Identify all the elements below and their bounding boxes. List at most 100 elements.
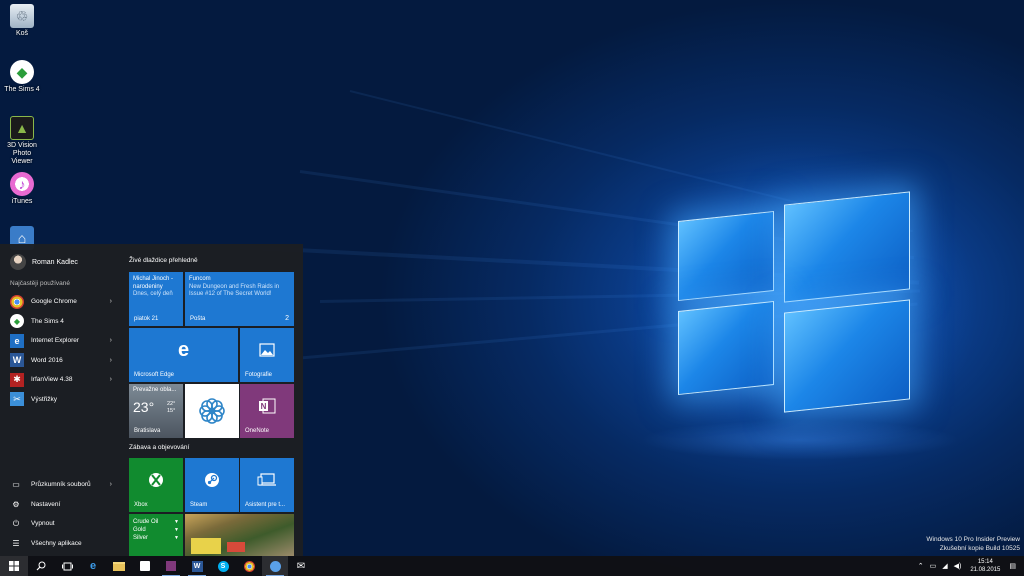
taskbar-file-explorer[interactable] xyxy=(106,556,132,576)
user-account[interactable]: Roman Kadlec xyxy=(10,254,78,270)
taskbar-app-active[interactable] xyxy=(262,556,288,576)
edge-icon: e xyxy=(177,338,190,361)
settings-button[interactable]: ⚙ Nastavení xyxy=(10,495,118,515)
desktop-icon-label: iTunes xyxy=(11,198,33,205)
app-item-sims[interactable]: ◆ The Sims 4 xyxy=(10,312,118,332)
chevron-right-icon[interactable]: › xyxy=(110,298,112,305)
calendar-event: Michal Jinoch - narodeniny Dnes, celý de… xyxy=(133,276,173,299)
weather-city: Bratislava xyxy=(134,428,161,434)
calendar-line-3: Dnes, celý deň xyxy=(133,291,173,297)
action-center-icon[interactable]: ▤ xyxy=(1009,562,1016,570)
tile-onenote[interactable]: N OneNote xyxy=(240,384,294,438)
calendar-line-2: narodeniny xyxy=(133,283,163,290)
taskbar: e W S ✉ ⌃ ▭ ◢ ◀) 15:14 21.08.2015 ▤ xyxy=(0,556,1024,576)
desktop-icon-3d-vision[interactable]: ▲ 3D Vision Photo Viewer xyxy=(2,116,42,166)
chevron-right-icon[interactable]: › xyxy=(110,481,112,488)
folder-icon xyxy=(113,561,125,571)
svg-text:N: N xyxy=(261,402,267,411)
tile-edge[interactable]: e Microsoft Edge xyxy=(129,328,238,382)
weather-high-low: 22° 15° xyxy=(167,401,175,415)
chevron-right-icon[interactable]: › xyxy=(110,337,112,344)
tile-label: Xbox xyxy=(134,502,148,508)
money-item: Crude Oil xyxy=(133,519,159,525)
search-button[interactable] xyxy=(28,556,54,576)
app-item-snipping[interactable]: ✂ Výstřižky xyxy=(10,390,118,410)
file-explorer-button[interactable]: ▭ Průzkumník souborů › xyxy=(10,475,118,495)
settings-label: Nastavení xyxy=(31,500,61,508)
sims-icon: ◆ xyxy=(10,314,24,329)
tile-group-title[interactable]: Živé dlaždice přehledně xyxy=(129,257,198,264)
tile-xbox[interactable]: Xbox xyxy=(129,458,183,512)
mail-subject-2: Issue #12 of The Secret World! xyxy=(189,291,272,297)
desktop-icon-sims[interactable]: ◆ The Sims 4 xyxy=(2,60,42,94)
app-item-irfanview[interactable]: ✱ IrfanView 4.38 › xyxy=(10,370,118,390)
all-apps-button[interactable]: ☰ Všechny aplikace xyxy=(10,534,118,554)
money-list: Crude Oil Gold Silver xyxy=(133,518,158,542)
money-item: Gold xyxy=(133,527,146,533)
tile-label: Steam xyxy=(190,502,208,508)
chevron-right-icon[interactable]: › xyxy=(110,376,112,383)
tile-app-flower[interactable] xyxy=(185,384,239,438)
power-label: Vypnout xyxy=(31,520,55,528)
tile-group-title[interactable]: Zábava a objevování xyxy=(129,444,189,451)
windows-logo-wallpaper xyxy=(676,182,916,422)
tile-money[interactable]: Crude Oil Gold Silver ▼ ▼ ▼ xyxy=(129,514,183,556)
taskbar-clock[interactable]: 15:14 21.08.2015 xyxy=(970,558,1000,574)
power-button[interactable]: ⏻ Vypnout xyxy=(10,514,118,534)
volume-icon[interactable]: ◀) xyxy=(954,562,962,570)
calendar-footer: piatok 21 xyxy=(134,316,159,322)
app-label: Výstřižky xyxy=(31,395,57,403)
power-icon: ⏻ xyxy=(12,518,20,528)
tile-label: Fotografie xyxy=(245,372,273,378)
xbox-icon xyxy=(129,458,183,502)
chevron-right-icon[interactable]: › xyxy=(110,357,112,364)
tile-photos[interactable]: Fotografie xyxy=(240,328,294,382)
photos-icon xyxy=(240,328,294,372)
edge-icon: e xyxy=(89,560,97,572)
task-view-icon xyxy=(61,562,73,570)
taskbar-store[interactable] xyxy=(132,556,158,576)
folder-icon: ▭ xyxy=(12,480,20,490)
tile-calendar[interactable]: Michal Jinoch - narodeniny Dnes, celý de… xyxy=(129,272,183,326)
desktop-icon-label: Koš xyxy=(15,30,29,37)
flower-icon xyxy=(185,384,239,438)
tile-news-image[interactable] xyxy=(185,514,294,556)
taskbar-mail[interactable]: ✉ xyxy=(288,556,314,576)
build-watermark: Windows 10 Pro Insider Preview Zkušební … xyxy=(926,535,1020,553)
taskbar-edge[interactable]: e xyxy=(80,556,106,576)
calendar-line-1: Michal Jinoch - xyxy=(133,276,174,282)
app-item-word[interactable]: W Word 2016 › xyxy=(10,351,118,371)
app-label: The Sims 4 xyxy=(31,317,64,325)
tile-label: Microsoft Edge xyxy=(134,372,175,378)
sims-icon: ◆ xyxy=(10,60,34,84)
start-button[interactable] xyxy=(0,556,28,576)
chrome-icon xyxy=(243,560,255,572)
mail-icon: ✉ xyxy=(296,560,306,572)
network-icon[interactable]: ◢ xyxy=(942,562,947,570)
taskbar-skype[interactable]: S xyxy=(210,556,236,576)
app-label: Internet Explorer xyxy=(31,337,80,345)
most-used-label: Najčastěji používané xyxy=(10,280,70,287)
battery-icon[interactable]: ▭ xyxy=(930,562,937,570)
tile-weather[interactable]: Prevažne obla... 23° 22° 15° Bratislava xyxy=(129,384,183,438)
start-menu-bottom-list: ▭ Průzkumník souborů › ⚙ Nastavení ⏻ Vyp… xyxy=(10,475,118,553)
phone-laptop-icon xyxy=(240,458,294,502)
app-icon xyxy=(269,560,281,572)
tile-phone-companion[interactable]: Asistent pre t... xyxy=(240,458,294,512)
search-icon xyxy=(36,561,46,571)
desktop-icon-itunes[interactable]: ♪ iTunes xyxy=(2,172,42,206)
snipping-icon: ✂ xyxy=(10,392,24,407)
all-apps-label: Všechny aplikace xyxy=(31,539,82,547)
app-item-chrome[interactable]: Google Chrome › xyxy=(10,292,118,312)
task-view-button[interactable] xyxy=(54,556,80,576)
taskbar-word[interactable]: W xyxy=(184,556,210,576)
app-item-ie[interactable]: e Internet Explorer › xyxy=(10,331,118,351)
taskbar-chrome[interactable] xyxy=(236,556,262,576)
tile-mail[interactable]: Funcom New Dungeon and Fresh Raids in Is… xyxy=(185,272,294,326)
desktop-icon-recycle-bin[interactable]: ♲ Koš xyxy=(2,4,42,38)
mail-preview: Funcom New Dungeon and Fresh Raids in Is… xyxy=(189,276,279,299)
tile-steam[interactable]: Steam xyxy=(185,458,239,512)
tray-overflow-icon[interactable]: ⌃ xyxy=(918,562,924,570)
taskbar-onenote[interactable] xyxy=(158,556,184,576)
recycle-bin-icon: ♲ xyxy=(10,4,34,28)
